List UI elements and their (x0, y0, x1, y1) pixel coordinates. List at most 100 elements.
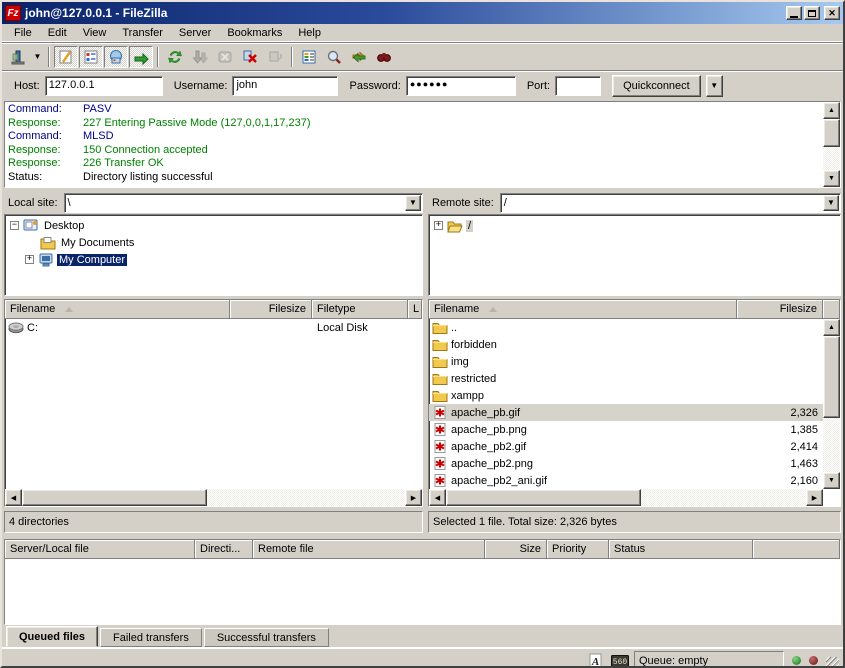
port-label: Port: (527, 80, 550, 92)
quickconnect-dropdown-icon[interactable]: ▼ (706, 75, 723, 97)
toggle-message-log-icon[interactable] (54, 46, 78, 68)
scroll-right-icon[interactable]: ▶ (405, 489, 422, 506)
port-input[interactable] (555, 76, 601, 96)
host-input[interactable]: 127.0.0.1 (45, 76, 163, 96)
column-header-status[interactable]: Status (609, 540, 753, 559)
tree-item-my-documents[interactable]: My Documents (5, 234, 422, 251)
tab-queued-files[interactable]: Queued files (6, 626, 98, 647)
remote-file-row[interactable]: .. (429, 319, 823, 336)
synchronized-browsing-icon[interactable] (347, 46, 371, 68)
remote-file-row[interactable]: apache_pb.png 1,385 (429, 421, 823, 438)
column-header-lastmodified[interactable]: L (408, 300, 422, 319)
local-site-label: Local site: (4, 197, 64, 209)
tab-failed-transfers[interactable]: Failed transfers (100, 628, 202, 647)
close-button[interactable]: ✕ (824, 6, 840, 20)
transfer-queue: Server/Local file Directi... Remote file… (4, 539, 841, 625)
local-list-hscrollbar[interactable]: ◀ ▶ (5, 489, 422, 506)
expand-icon[interactable]: + (434, 221, 443, 230)
tree-item-my-computer[interactable]: + My Computer (5, 251, 422, 268)
status-led-red-icon (809, 656, 818, 665)
directory-filter-icon[interactable] (297, 46, 321, 68)
message-log: Command:PASV Response:227 Entering Passi… (4, 101, 841, 188)
scroll-right-icon[interactable]: ▶ (806, 489, 823, 506)
column-header-filename[interactable]: Filename (429, 300, 737, 319)
refresh-icon[interactable] (163, 46, 187, 68)
menu-help[interactable]: Help (290, 25, 329, 41)
tree-item-root[interactable]: + / (429, 217, 840, 234)
find-files-icon[interactable] (372, 46, 396, 68)
toolbar-separator (157, 47, 159, 67)
remote-file-row-selected[interactable]: apache_pb.gif 2,326 (429, 404, 823, 421)
username-input[interactable]: john (232, 76, 338, 96)
column-header-filetype[interactable]: Filetype (312, 300, 408, 319)
queue-list-empty[interactable] (5, 559, 840, 624)
local-file-row[interactable]: C: Local Disk (5, 319, 422, 336)
combo-dropdown-icon[interactable]: ▼ (823, 195, 839, 211)
reconnect-icon[interactable] (263, 46, 287, 68)
password-input[interactable]: ●●●●●● (406, 76, 516, 96)
column-header-filename[interactable]: Filename (5, 300, 230, 319)
local-site-combo[interactable]: \ ▼ (64, 193, 423, 213)
speed-limits-icon[interactable]: 560 (610, 652, 630, 668)
status-bar: A 560 Queue: empty (2, 648, 843, 668)
remote-tree: + / (428, 214, 841, 296)
toggle-remote-tree-icon[interactable] (104, 46, 128, 68)
menu-file[interactable]: File (6, 25, 40, 41)
image-file-icon (432, 474, 448, 487)
process-queue-icon[interactable] (188, 46, 212, 68)
column-header-server-local-file[interactable]: Server/Local file (5, 540, 195, 559)
site-manager-icon[interactable] (6, 46, 30, 68)
remote-file-row[interactable]: apache_pb2_ani.gif 2,160 (429, 472, 823, 489)
scroll-down-icon[interactable]: ▼ (823, 170, 840, 187)
quickconnect-bar: Host: 127.0.0.1 Username: john Password:… (2, 70, 843, 100)
remote-file-row[interactable]: restricted (429, 370, 823, 387)
queue-header: Server/Local file Directi... Remote file… (5, 540, 840, 559)
remote-file-row[interactable]: apache_pb2.png 1,463 (429, 455, 823, 472)
maximize-button[interactable] (804, 6, 820, 20)
menu-view[interactable]: View (75, 25, 115, 41)
quickconnect-button[interactable]: Quickconnect (612, 75, 701, 97)
remote-file-row[interactable]: img (429, 353, 823, 370)
menu-bookmarks[interactable]: Bookmarks (219, 25, 290, 41)
tree-item-desktop[interactable]: − Desktop (5, 217, 422, 234)
menu-transfer[interactable]: Transfer (114, 25, 171, 41)
column-header-filesize[interactable]: Filesize (230, 300, 312, 319)
transfer-type-ascii-icon[interactable]: A (586, 652, 606, 668)
combo-dropdown-icon[interactable]: ▼ (405, 195, 421, 211)
remote-file-row[interactable]: apache_pb2.gif 2,414 (429, 438, 823, 455)
column-header-remote-file[interactable]: Remote file (253, 540, 485, 559)
column-header-priority[interactable]: Priority (547, 540, 609, 559)
scroll-left-icon[interactable]: ◀ (429, 489, 446, 506)
remote-list-hscrollbar[interactable]: ◀ ▶ (429, 489, 823, 506)
scroll-up-icon[interactable]: ▲ (823, 102, 840, 119)
site-manager-dropdown-icon[interactable]: ▼ (31, 46, 44, 68)
menu-bar: File Edit View Transfer Server Bookmarks… (2, 24, 843, 42)
disconnect-icon[interactable] (238, 46, 262, 68)
scroll-left-icon[interactable]: ◀ (5, 489, 22, 506)
collapse-icon[interactable]: − (10, 221, 19, 230)
tab-successful-transfers[interactable]: Successful transfers (204, 628, 329, 647)
column-header-size[interactable]: Size (485, 540, 547, 559)
menu-edit[interactable]: Edit (40, 25, 75, 41)
remote-list-vscrollbar[interactable]: ▲ ▼ (823, 319, 840, 489)
remote-site-combo[interactable]: / ▼ (500, 193, 841, 213)
remote-file-row[interactable]: xampp (429, 387, 823, 404)
resize-grip[interactable] (826, 657, 839, 668)
password-label: Password: (349, 80, 400, 92)
folder-icon (432, 338, 448, 351)
remote-file-row[interactable]: forbidden (429, 336, 823, 353)
toggle-transfer-queue-icon[interactable] (129, 46, 153, 68)
window-title: john@127.0.0.1 - FileZilla (25, 6, 784, 20)
toggle-local-tree-icon[interactable] (79, 46, 103, 68)
menu-server[interactable]: Server (171, 25, 219, 41)
column-header-filesize[interactable]: Filesize (737, 300, 823, 319)
log-scrollbar[interactable]: ▲ ▼ (823, 102, 840, 187)
log-line: Response:226 Transfer OK (5, 157, 823, 171)
minimize-button[interactable] (786, 6, 802, 20)
scroll-down-icon[interactable]: ▼ (823, 472, 840, 489)
column-header-direction[interactable]: Directi... (195, 540, 253, 559)
cancel-operation-icon[interactable] (213, 46, 237, 68)
scroll-up-icon[interactable]: ▲ (823, 319, 840, 336)
expand-icon[interactable]: + (25, 255, 34, 264)
directory-compare-icon[interactable] (322, 46, 346, 68)
